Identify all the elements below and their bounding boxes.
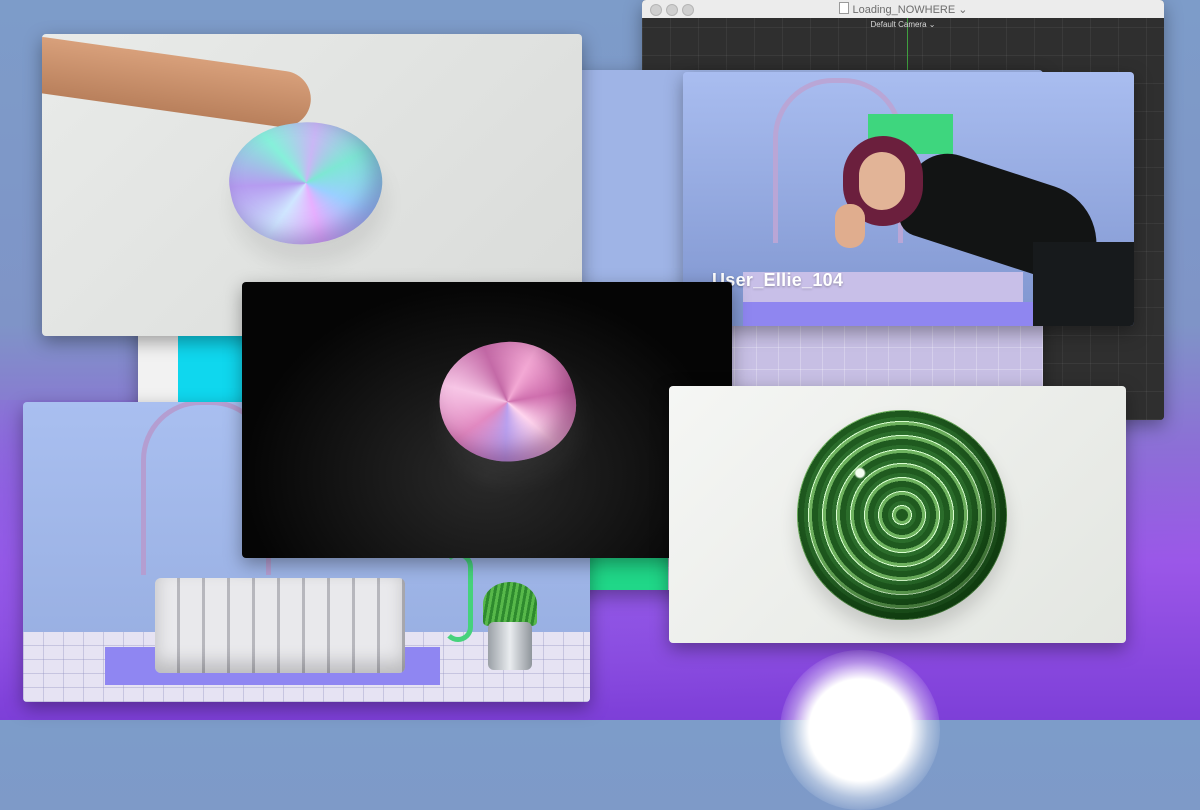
iridescent-blob-image — [220, 109, 392, 257]
window-title-text: Loading_NOWHERE — [852, 4, 956, 16]
video-window-green-spheres[interactable] — [669, 386, 1126, 643]
chevron-down-icon[interactable]: ⌄ — [958, 4, 967, 16]
green-tube — [443, 552, 473, 642]
camera-selector-chevron: ⌄ — [928, 20, 936, 29]
person-face — [859, 152, 905, 210]
camera-selector[interactable]: Default Camera ⌄ — [642, 20, 1164, 29]
window-title: Loading_NOWHERE ⌄ — [642, 2, 1164, 16]
camera-selector-label: Default Camera — [870, 20, 927, 29]
green-sphere-cluster-image — [797, 410, 1007, 620]
arm-image — [42, 34, 315, 131]
document-icon — [838, 2, 849, 14]
person-waving-hand — [835, 204, 865, 248]
video-window-user[interactable]: User_Ellie_104 — [683, 72, 1134, 326]
pink-blob-image — [429, 329, 586, 475]
video-window-pink-blob[interactable] — [242, 282, 732, 558]
desktop-moon-glow — [780, 650, 940, 810]
white-block — [138, 335, 178, 405]
chrome-sculpture — [155, 578, 405, 673]
app-titlebar[interactable]: Loading_NOWHERE ⌄ — [642, 0, 1164, 19]
person-video-feed — [833, 132, 1134, 326]
grass-plant — [483, 582, 537, 626]
chrome-pot — [488, 622, 532, 670]
person-legs — [1033, 242, 1134, 326]
cyan-block — [178, 335, 248, 405]
